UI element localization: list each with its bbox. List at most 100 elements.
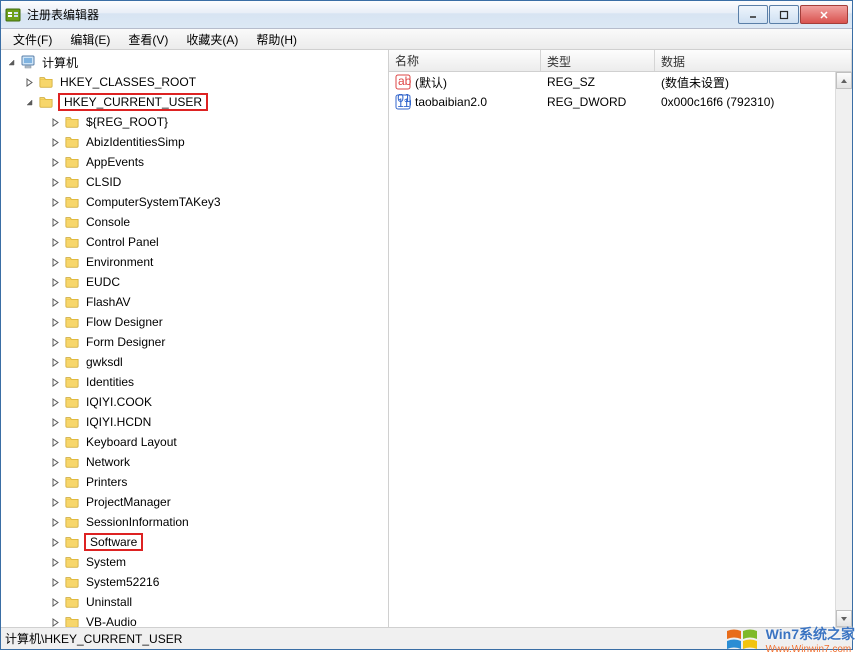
tree-item-label[interactable]: System52216 (84, 574, 161, 590)
tree-item-label[interactable]: ProjectManager (84, 494, 173, 510)
tree-toggle-icon[interactable] (49, 576, 61, 588)
tree-item[interactable]: AppEvents (1, 152, 388, 172)
header-data[interactable]: 数据 (655, 50, 852, 71)
tree-toggle-icon[interactable] (49, 496, 61, 508)
tree-item[interactable]: ComputerSystemTAKey3 (1, 192, 388, 212)
tree-toggle-icon[interactable] (49, 136, 61, 148)
tree-item[interactable]: IQIYI.COOK (1, 392, 388, 412)
tree-item[interactable]: Keyboard Layout (1, 432, 388, 452)
tree-item[interactable]: System52216 (1, 572, 388, 592)
tree-toggle-icon[interactable] (49, 216, 61, 228)
tree-toggle-icon[interactable] (49, 596, 61, 608)
tree-toggle-icon[interactable] (49, 416, 61, 428)
tree-item-label[interactable]: IQIYI.COOK (84, 394, 154, 410)
tree-toggle-icon[interactable] (23, 76, 35, 88)
tree-item[interactable]: HKEY_CURRENT_USER (1, 92, 388, 112)
tree-toggle-icon[interactable] (49, 336, 61, 348)
tree-item[interactable]: Control Panel (1, 232, 388, 252)
tree-item[interactable]: Identities (1, 372, 388, 392)
tree-item[interactable]: IQIYI.HCDN (1, 412, 388, 432)
tree-toggle-icon[interactable] (49, 236, 61, 248)
tree-item-label[interactable]: Control Panel (84, 234, 161, 250)
tree-item-label[interactable]: Printers (84, 474, 129, 490)
list-scrollbar[interactable] (835, 72, 852, 627)
header-type[interactable]: 类型 (541, 50, 655, 71)
tree-item-label[interactable]: EUDC (84, 274, 122, 290)
menu-edit[interactable]: 编辑(E) (62, 29, 118, 50)
tree-item-label[interactable]: gwksdl (84, 354, 125, 370)
minimize-button[interactable] (738, 5, 768, 24)
tree-item[interactable]: System (1, 552, 388, 572)
tree-toggle-icon[interactable] (49, 116, 61, 128)
tree-item-label[interactable]: VB-Audio (84, 614, 139, 627)
tree-toggle-icon[interactable] (5, 56, 17, 68)
tree-item-label[interactable]: CLSID (84, 174, 123, 190)
tree-item-label[interactable]: Keyboard Layout (84, 434, 179, 450)
list-row[interactable]: (默认) REG_SZ (数值未设置) (389, 72, 852, 92)
tree-item-label[interactable]: Uninstall (84, 594, 134, 610)
scroll-up-button[interactable] (836, 72, 852, 89)
tree-item-label[interactable]: Console (84, 214, 132, 230)
tree-item[interactable]: Network (1, 452, 388, 472)
scroll-track[interactable] (836, 89, 852, 610)
tree-toggle-icon[interactable] (49, 516, 61, 528)
tree-toggle-icon[interactable] (49, 156, 61, 168)
menu-help[interactable]: 帮助(H) (248, 29, 305, 50)
tree-item[interactable]: 计算机 (1, 52, 388, 72)
tree-item-label[interactable]: ${REG_ROOT} (84, 114, 170, 130)
tree-item-label[interactable]: Form Designer (84, 334, 167, 350)
tree-toggle-icon[interactable] (49, 176, 61, 188)
tree-pane[interactable]: 计算机 HKEY_CLASSES_ROOT HKEY_CURRENT_USER … (1, 50, 389, 627)
tree-toggle-icon[interactable] (49, 396, 61, 408)
tree-item[interactable]: Printers (1, 472, 388, 492)
tree-item[interactable]: EUDC (1, 272, 388, 292)
tree-item[interactable]: ProjectManager (1, 492, 388, 512)
tree-item[interactable]: Uninstall (1, 592, 388, 612)
scroll-down-button[interactable] (836, 610, 852, 627)
tree-item[interactable]: Software (1, 532, 388, 552)
tree-item-label[interactable]: SessionInformation (84, 514, 191, 530)
tree-toggle-icon[interactable] (49, 196, 61, 208)
menu-file[interactable]: 文件(F) (5, 29, 60, 50)
tree-item[interactable]: FlashAV (1, 292, 388, 312)
tree-toggle-icon[interactable] (49, 556, 61, 568)
titlebar[interactable]: 注册表编辑器 (1, 1, 852, 29)
tree-toggle-icon[interactable] (49, 476, 61, 488)
tree-item[interactable]: SessionInformation (1, 512, 388, 532)
tree-item[interactable]: Flow Designer (1, 312, 388, 332)
tree-toggle-icon[interactable] (49, 296, 61, 308)
tree-toggle-icon[interactable] (49, 436, 61, 448)
tree-item[interactable]: gwksdl (1, 352, 388, 372)
list-body[interactable]: (默认) REG_SZ (数值未设置) taobaibian2.0 REG_DW… (389, 72, 852, 627)
tree-item[interactable]: AbizIdentitiesSimp (1, 132, 388, 152)
tree-item-label[interactable]: 计算机 (40, 53, 80, 72)
menu-view[interactable]: 查看(V) (120, 29, 176, 50)
tree-item-label[interactable]: Identities (84, 374, 136, 390)
tree-item-label[interactable]: Software (88, 534, 139, 550)
close-button[interactable] (800, 5, 848, 24)
tree-item[interactable]: CLSID (1, 172, 388, 192)
tree-item-label[interactable]: FlashAV (84, 294, 132, 310)
tree-item-label[interactable]: AppEvents (84, 154, 146, 170)
tree-item-label[interactable]: System (84, 554, 128, 570)
header-name[interactable]: 名称 (389, 50, 541, 71)
tree-item[interactable]: Console (1, 212, 388, 232)
tree-item[interactable]: Environment (1, 252, 388, 272)
tree-toggle-icon[interactable] (49, 316, 61, 328)
tree-item-label[interactable]: Network (84, 454, 132, 470)
tree-item-label[interactable]: AbizIdentitiesSimp (84, 134, 187, 150)
menu-favorites[interactable]: 收藏夹(A) (178, 29, 246, 50)
tree-item-label[interactable]: IQIYI.HCDN (84, 414, 153, 430)
list-row[interactable]: taobaibian2.0 REG_DWORD 0x000c16f6 (7923… (389, 92, 852, 112)
tree-item-label[interactable]: Environment (84, 254, 155, 270)
tree-item-label[interactable]: Flow Designer (84, 314, 165, 330)
tree-toggle-icon[interactable] (23, 96, 35, 108)
tree-item[interactable]: VB-Audio (1, 612, 388, 627)
tree-item-label[interactable]: HKEY_CURRENT_USER (62, 94, 204, 110)
tree-toggle-icon[interactable] (49, 356, 61, 368)
tree-item[interactable]: HKEY_CLASSES_ROOT (1, 72, 388, 92)
tree-toggle-icon[interactable] (49, 536, 61, 548)
tree-item[interactable]: Form Designer (1, 332, 388, 352)
tree-toggle-icon[interactable] (49, 456, 61, 468)
tree-toggle-icon[interactable] (49, 276, 61, 288)
